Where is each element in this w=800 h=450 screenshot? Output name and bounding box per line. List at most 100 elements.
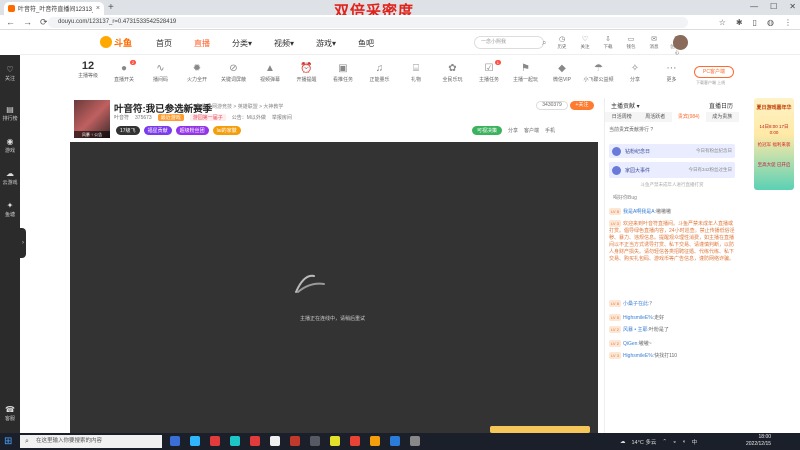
recent-game-badge[interactable]: 最近游戏 — [157, 114, 184, 121]
sidebar-item[interactable]: ☁ 云游戏 — [0, 169, 20, 186]
client-link[interactable]: 客户端 — [524, 127, 539, 134]
pill-family-badge[interactable]: lai的家徽 — [212, 126, 241, 135]
nav-item[interactable]: 首页 — [156, 38, 172, 49]
sidebar-item[interactable]: ◉ 游戏 — [0, 137, 20, 154]
toolbar-item[interactable]: ● 直播开关 2 — [108, 60, 140, 83]
chat-username[interactable]: QiGen: — [623, 341, 639, 347]
taskbar-app-icon[interactable] — [410, 436, 420, 446]
header-download[interactable]: ⇩ 下载 — [600, 35, 616, 56]
taskbar-app-icon[interactable] — [330, 436, 340, 446]
streamer-avatar[interactable]: 风暴 ↑ 公告 — [74, 100, 110, 138]
taskbar-app-icon[interactable] — [210, 436, 220, 446]
nav-item[interactable]: 直播 — [194, 38, 210, 49]
ime-indicator[interactable]: 中 — [692, 438, 698, 446]
toolbar-item[interactable]: ◆ 微信VIP — [546, 62, 578, 83]
sidebar-item[interactable]: ▤ 排行榜 — [0, 105, 20, 122]
phone-link[interactable]: 手机 — [545, 127, 555, 134]
chat-message[interactable]: LV 3 HighsmileE%:快找打110 — [609, 352, 735, 360]
sidebar-item[interactable]: ♡ 关注 — [0, 65, 20, 82]
taskbar-search-input[interactable]: ⌕ 在这里输入你要搜索的内容 — [20, 435, 162, 448]
extension-icon[interactable]: ✱ — [736, 17, 743, 28]
taskbar-app-icon[interactable] — [390, 436, 400, 446]
user-avatar[interactable] — [673, 35, 688, 50]
nav-item[interactable]: 视频▾ — [274, 38, 294, 49]
report-link[interactable]: 举报房间 — [272, 114, 292, 121]
reload-icon[interactable]: ⟳ — [40, 17, 48, 28]
chat-message[interactable]: LV 5 HighsmileE%:走好 — [609, 314, 735, 322]
taskbar-app-icon[interactable] — [190, 436, 200, 446]
close-window-icon[interactable]: ✕ — [789, 2, 796, 11]
menu-kebab-icon[interactable]: ⋮ — [784, 17, 792, 28]
fan-anniversary-card[interactable]: 钻粉纪念日 今日有粉丝纪念日 — [609, 144, 735, 158]
taskbar-app-icon[interactable] — [230, 436, 240, 446]
weather-text[interactable]: 14°C 多云 — [632, 438, 657, 446]
toolbar-item[interactable]: ☑ 主播任务 1 — [473, 60, 505, 83]
windows-start-icon[interactable]: ⊞ — [4, 436, 12, 447]
taskbar-app-icon[interactable] — [310, 436, 320, 446]
ranking-tab[interactable]: 日活周榜 — [605, 112, 639, 122]
chat-username[interactable]: 小桑子在此: — [623, 301, 649, 307]
family-event-card[interactable]: 家园大事件 今日有342粉丝过生日 — [609, 162, 735, 178]
forward-icon[interactable]: → — [23, 17, 32, 28]
chat-message[interactable]: LV 8 我是A啊我是A:嗷嗷嗷 — [609, 208, 735, 216]
taskbar-app-icon[interactable] — [250, 436, 260, 446]
toolbar-item[interactable]: ☂ 小飞碟公益频 — [583, 62, 615, 83]
toolbar-item[interactable]: ♫ 正能量乐 — [364, 62, 396, 83]
level-pill[interactable]: 17级飞 — [116, 126, 140, 135]
chat-message[interactable]: LV 8 小桑子在此:？ — [609, 300, 735, 308]
side-ad-banner[interactable]: 夏日游戏嘉年华 14日8:00 17日0:00 抢冠军 福利来袭 至高大促 已开… — [754, 98, 794, 190]
header-follow[interactable]: ♡ 关注 — [577, 35, 593, 56]
sidebar-icon[interactable]: ▯ — [753, 17, 757, 28]
ranking-tab[interactable]: 成为贵族 — [706, 112, 740, 122]
toolbar-item[interactable]: ∿ 播间码 — [145, 62, 177, 83]
pill-fan-club[interactable]: 超级粉丝团 — [175, 126, 209, 135]
toolbar-item[interactable]: ▲ 视频弹幕 — [254, 62, 286, 83]
live-calendar-link[interactable]: 直播日历 — [709, 101, 733, 110]
streamer-level[interactable]: 12 主播等级 — [70, 60, 106, 79]
gift-strip[interactable] — [490, 426, 590, 433]
url-input[interactable]: douyu.com/123137_r=0.4731533542528419 — [48, 17, 688, 28]
nav-item[interactable]: 鱼吧 — [358, 38, 374, 49]
streamer-name[interactable]: 叶音符 — [114, 114, 129, 121]
chat-message[interactable]: LV 2 QiGen:嗷嗷~ — [609, 340, 735, 348]
toolbar-item[interactable]: ✧ 分享 — [619, 62, 651, 83]
toolbar-item[interactable]: ▣ 看推任务 — [327, 62, 359, 83]
new-tab-button[interactable]: + — [108, 2, 114, 13]
pc-client-button[interactable]: PC客户端 — [694, 66, 734, 78]
taskbar-app-icon[interactable] — [170, 436, 180, 446]
ranking-tab[interactable]: 周活跃者 — [639, 112, 673, 122]
share-link[interactable]: 分享 — [508, 127, 518, 134]
room-category[interactable]: 网游竞技 > 英雄联盟 > 大神教学 — [212, 103, 283, 110]
taskbar-app-icon[interactable] — [290, 436, 300, 446]
taskbar-app-icon[interactable] — [270, 436, 280, 446]
video-player[interactable] — [70, 142, 598, 433]
profile-icon[interactable]: ◍ — [767, 17, 774, 28]
toolbar-item[interactable]: ⋯ 更多 — [656, 62, 688, 83]
search-icon[interactable]: ⌕ — [542, 38, 546, 48]
chat-username[interactable]: HighsmileE%: — [623, 315, 654, 321]
contribution-dropdown[interactable]: 主播贡献 ▾ — [611, 101, 640, 110]
ranking-tab[interactable]: 贵宾(984) — [672, 112, 706, 122]
bookmark-star-icon[interactable]: ☆ — [719, 17, 726, 28]
volume-icon[interactable]: ◖ — [682, 439, 685, 445]
event-badge[interactable]: 游园第一届子 — [189, 114, 226, 121]
browser-tab[interactable]: 叶音符_叶音符直播间12313_斗鱼 × — [4, 2, 104, 15]
chat-message[interactable]: LV 2 风暴 • 主耶:叶粉是了 — [609, 326, 735, 334]
chat-username[interactable]: HighsmileE%: — [623, 353, 654, 359]
nav-item[interactable]: 分类▾ — [232, 38, 252, 49]
sidebar-collapse-handle[interactable]: › — [20, 228, 26, 258]
network-icon[interactable]: ◒ — [673, 439, 676, 445]
weather-icon[interactable]: ☁ — [620, 439, 626, 445]
chat-username[interactable]: 风暴 • 主耶: — [623, 327, 649, 333]
toolbar-item[interactable]: ✿ 全民乐玩 — [437, 62, 469, 83]
header-message[interactable]: ✉ 消息 — [646, 35, 662, 56]
search-input[interactable]: 一念小熙我 — [474, 36, 544, 49]
visual-decision-button[interactable]: 可视决策 — [472, 126, 503, 135]
toolbar-item[interactable]: ⏰ 开播提醒 — [291, 62, 323, 83]
back-icon[interactable]: ← — [6, 17, 15, 28]
toolbar-item[interactable]: ⌸ 礼物 — [400, 62, 432, 83]
taskbar-app-icon[interactable] — [350, 436, 360, 446]
room-tag[interactable]: 单机 — [196, 103, 206, 110]
toolbar-item[interactable]: ✹ 火力全开 — [181, 62, 213, 83]
header-wallet[interactable]: ▭ 钱包 — [623, 35, 639, 56]
